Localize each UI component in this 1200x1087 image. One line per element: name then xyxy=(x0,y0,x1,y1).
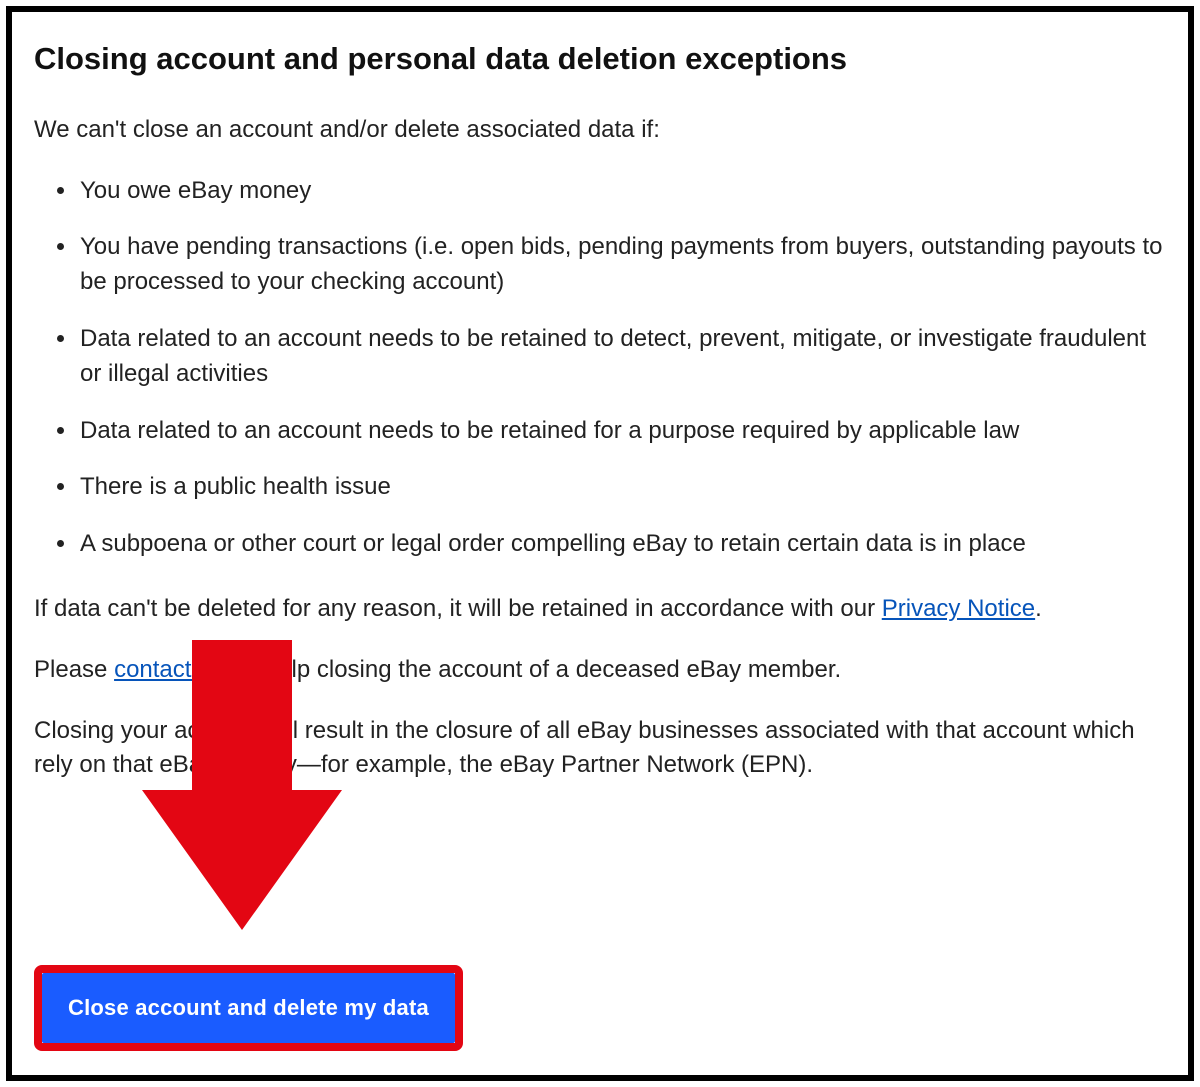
content-frame: Closing account and personal data deleti… xyxy=(6,6,1194,1081)
exceptions-list: You owe eBay money You have pending tran… xyxy=(34,174,1166,562)
list-item: Data related to an account needs to be r… xyxy=(78,414,1166,449)
contact-para: Please contact us for help closing the a… xyxy=(34,653,1166,688)
text: . xyxy=(1035,595,1042,622)
close-account-button[interactable]: Close account and delete my data xyxy=(42,973,455,1043)
page-heading: Closing account and personal data deleti… xyxy=(34,40,1166,79)
closure-para: Closing your account will result in the … xyxy=(34,714,1166,784)
list-item: You owe eBay money xyxy=(78,174,1166,209)
lead-text: We can't close an account and/or delete … xyxy=(34,113,1166,148)
privacy-notice-link[interactable]: Privacy Notice xyxy=(882,595,1035,622)
list-item: There is a public health issue xyxy=(78,470,1166,505)
privacy-notice-para: If data can't be deleted for any reason,… xyxy=(34,592,1166,627)
list-item: A subpoena or other court or legal order… xyxy=(78,527,1166,562)
text: Please xyxy=(34,656,114,683)
cta-highlight-box: Close account and delete my data xyxy=(34,965,463,1051)
text: If data can't be deleted for any reason,… xyxy=(34,595,882,622)
text: for help closing the account of a deceas… xyxy=(223,656,841,683)
list-item: Data related to an account needs to be r… xyxy=(78,322,1166,392)
contact-us-link[interactable]: contact us xyxy=(114,656,223,683)
list-item: You have pending transactions (i.e. open… xyxy=(78,230,1166,300)
